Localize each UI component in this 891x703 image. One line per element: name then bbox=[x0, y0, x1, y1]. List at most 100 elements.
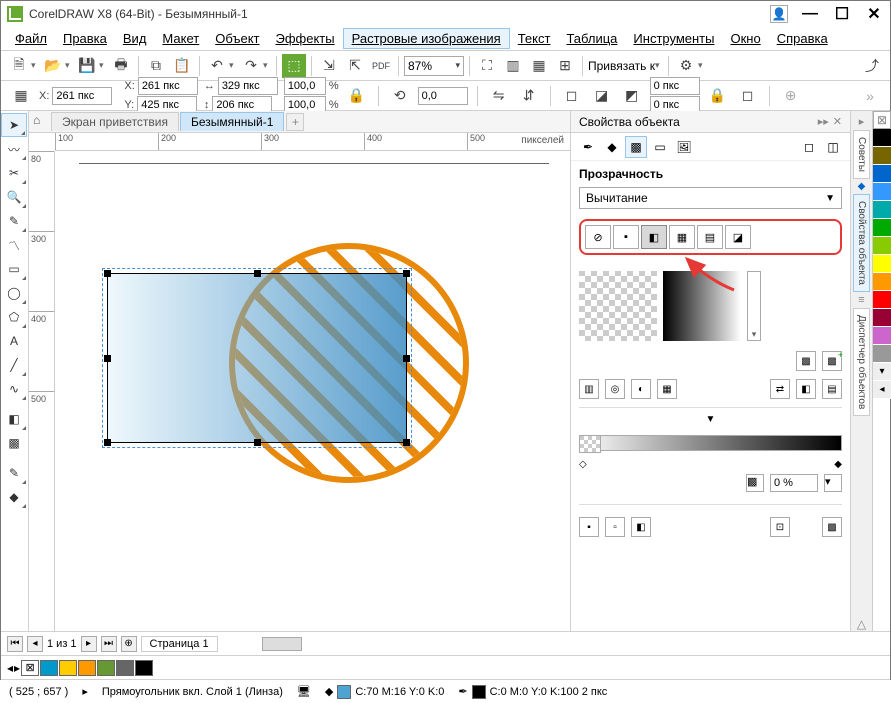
polygon-tool-icon[interactable]: ⬠ bbox=[1, 305, 27, 329]
swatch[interactable] bbox=[97, 660, 115, 676]
panel-expand-icon[interactable]: ▸▸ bbox=[818, 115, 829, 128]
mirror-fountain-icon[interactable]: ◧ bbox=[796, 379, 816, 399]
lock-ratio-icon[interactable]: 🔒 bbox=[345, 84, 369, 108]
canvas[interactable]: 100200300400500 пикселей 80300400500 bbox=[29, 133, 570, 631]
swatch[interactable] bbox=[873, 309, 891, 327]
more-icon[interactable]: » bbox=[858, 84, 882, 108]
swatch[interactable] bbox=[59, 660, 77, 676]
menu-view[interactable]: Вид bbox=[115, 29, 155, 48]
fountain-transparency-icon[interactable]: ◧ bbox=[641, 225, 667, 249]
node-start-icon[interactable]: ◇ bbox=[579, 459, 587, 470]
search-content-icon[interactable]: ⬚ bbox=[282, 54, 306, 78]
opacity-slider-icon[interactable]: ▾ bbox=[824, 474, 842, 492]
fill-props-icon[interactable]: ◆ bbox=[601, 136, 623, 158]
pdf-icon[interactable]: PDF bbox=[369, 54, 393, 78]
node-transparency-icon[interactable]: ▩ bbox=[746, 474, 764, 492]
hints-tab[interactable]: Советы bbox=[853, 130, 870, 179]
corner-round-icon[interactable]: ◻ bbox=[560, 84, 584, 108]
options-icon[interactable]: ⚙ bbox=[674, 54, 698, 78]
width-input[interactable] bbox=[218, 77, 278, 95]
user-icon[interactable]: 👤 bbox=[770, 5, 788, 23]
swatch[interactable]: ⊠ bbox=[873, 111, 891, 129]
swatch[interactable] bbox=[873, 291, 891, 309]
launch-icon[interactable]: ⤴ bbox=[860, 54, 884, 78]
pattern-transparency-icon[interactable]: ▦ bbox=[669, 225, 695, 249]
page-prev-icon[interactable]: ◂ bbox=[27, 636, 43, 652]
menu-window[interactable]: Окно bbox=[722, 29, 768, 48]
maximize-button[interactable]: ☐ bbox=[832, 4, 852, 24]
texture-transparency-icon[interactable]: ▤ bbox=[697, 225, 723, 249]
menu-edit[interactable]: Правка bbox=[55, 29, 115, 48]
page-next-icon[interactable]: ▸ bbox=[81, 636, 97, 652]
swatch[interactable] bbox=[873, 183, 891, 201]
paste-icon[interactable]: 📋 bbox=[170, 54, 194, 78]
palette-scroll-down-icon[interactable]: ▾ bbox=[873, 363, 891, 381]
import-icon[interactable]: ⇲ bbox=[317, 54, 341, 78]
ellipse-tool-icon[interactable]: ◯ bbox=[1, 281, 27, 305]
swatch[interactable] bbox=[873, 201, 891, 219]
copy-transparency-icon[interactable]: ▩ bbox=[822, 517, 842, 537]
freehand-tool-icon[interactable]: ✎ bbox=[1, 209, 27, 233]
shape-tool-icon[interactable]: 〰 bbox=[1, 137, 27, 161]
open-icon[interactable]: 📂 bbox=[41, 54, 65, 78]
eyedropper-icon[interactable]: ✎ bbox=[1, 461, 27, 485]
swatch[interactable] bbox=[78, 660, 96, 676]
palette-left-icon[interactable]: ◂ bbox=[7, 661, 13, 675]
grid-icon[interactable]: ▦ bbox=[527, 54, 551, 78]
rectangle-shape[interactable] bbox=[107, 273, 407, 443]
apply-all-icon[interactable]: ▪ bbox=[579, 517, 599, 537]
save-icon[interactable]: 💾 bbox=[75, 54, 99, 78]
uniform-transparency-icon[interactable]: ▪ bbox=[613, 225, 639, 249]
panel-close-icon[interactable]: ✕ bbox=[833, 115, 842, 128]
repeat-fountain-icon[interactable]: ▤ bbox=[822, 379, 842, 399]
edit-transparency-icon[interactable]: ▩ bbox=[796, 351, 816, 371]
add-preset-icon[interactable]: ⊕ bbox=[779, 84, 803, 108]
palette-menu-icon[interactable]: ▸ bbox=[14, 661, 20, 675]
tab-welcome[interactable]: Экран приветствия bbox=[51, 112, 179, 131]
node-opacity-input[interactable] bbox=[770, 474, 818, 492]
menu-object[interactable]: Объект bbox=[207, 29, 267, 48]
swatch[interactable] bbox=[116, 660, 134, 676]
swatch[interactable] bbox=[873, 147, 891, 165]
menu-bitmaps[interactable]: Растровые изображения bbox=[343, 28, 510, 49]
rulers-icon[interactable]: ▥ bbox=[501, 54, 525, 78]
apply-outline-icon[interactable]: ◧ bbox=[631, 517, 651, 537]
close-button[interactable]: ✕ bbox=[864, 4, 884, 24]
object-origin-icon[interactable]: ▦ bbox=[9, 84, 33, 108]
radial-fountain-icon[interactable]: ◎ bbox=[605, 379, 625, 399]
menu-tools[interactable]: Инструменты bbox=[625, 29, 722, 48]
export-icon[interactable]: ⇱ bbox=[343, 54, 367, 78]
preview-picker-icon[interactable]: ▾ bbox=[747, 271, 761, 341]
mirror-h-icon[interactable]: ⇋ bbox=[487, 84, 511, 108]
menu-file[interactable]: Файл bbox=[7, 29, 55, 48]
artistic-media-icon[interactable]: 〽 bbox=[1, 233, 27, 257]
swatch[interactable] bbox=[873, 345, 891, 363]
page-last-icon[interactable]: ⏭ bbox=[101, 636, 117, 652]
collapse-tabs-icon[interactable]: △ bbox=[857, 617, 866, 631]
outline-props-icon[interactable]: ✒ bbox=[577, 136, 599, 158]
outline-indicator-icon[interactable]: ✒ bbox=[458, 685, 467, 698]
fill-tool-icon[interactable]: ◆ bbox=[1, 485, 27, 509]
swatch[interactable] bbox=[40, 660, 58, 676]
swatch[interactable] bbox=[873, 129, 891, 147]
transparency-props-icon[interactable]: ▩ bbox=[625, 136, 647, 158]
rectangular-fountain-icon[interactable]: ▦ bbox=[657, 379, 677, 399]
detach-icon[interactable]: ◻ bbox=[798, 136, 820, 158]
menu-layout[interactable]: Макет bbox=[154, 29, 207, 48]
swatch[interactable] bbox=[873, 273, 891, 291]
zoom-tool-icon[interactable]: 🔍 bbox=[1, 185, 27, 209]
reverse-fountain-icon[interactable]: ⇄ bbox=[770, 379, 790, 399]
slider-handle-icon[interactable]: ▼ bbox=[706, 414, 716, 425]
swatch[interactable]: ⊠ bbox=[21, 660, 39, 676]
no-transparency-icon[interactable]: ⊘ bbox=[585, 225, 611, 249]
swatch[interactable] bbox=[873, 237, 891, 255]
fullscreen-icon[interactable]: ⛶ bbox=[475, 54, 499, 78]
text-tool-icon[interactable]: A bbox=[1, 329, 27, 353]
page-first-icon[interactable]: ⏮ bbox=[7, 636, 23, 652]
dimension-tool-icon[interactable]: ╱ bbox=[1, 353, 27, 377]
pick-tool-icon[interactable]: ➤ bbox=[1, 113, 27, 137]
mirror-v-icon[interactable]: ⇵ bbox=[517, 84, 541, 108]
drop-shadow-icon[interactable]: ◧ bbox=[1, 407, 27, 431]
add-transparency-icon[interactable]: ▩+ bbox=[822, 351, 842, 371]
palette-flyout-icon[interactable]: ◂ bbox=[873, 381, 891, 399]
